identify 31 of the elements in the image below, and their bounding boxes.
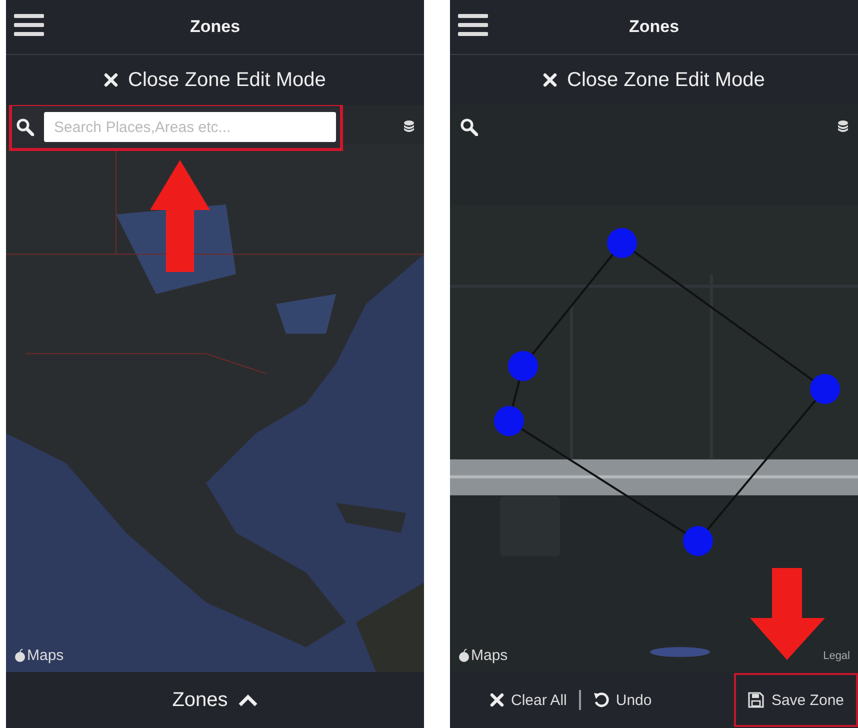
toolbar-button[interactable]: Undo [580, 675, 664, 725]
search-icon[interactable] [460, 118, 478, 136]
close-edit-mode-button[interactable]: Close Zone Edit Mode [98, 64, 332, 96]
zones-drawer-button[interactable]: Zones [166, 688, 264, 712]
close-icon [543, 73, 558, 87]
screen-title: Zones [190, 17, 240, 37]
close-icon [490, 693, 504, 707]
chevron-up-icon [238, 693, 258, 707]
maps-logo-icon [14, 648, 26, 662]
close-icon [104, 73, 118, 87]
search-icon[interactable] [16, 118, 34, 136]
toolbar-button[interactable]: Clear All [478, 675, 579, 725]
menu-icon[interactable] [14, 14, 44, 36]
screen-title: Zones [628, 17, 680, 37]
vertex-handle[interactable] [683, 526, 713, 556]
layers-icon[interactable] [404, 120, 414, 133]
toolbar-button[interactable]: Save Zone [736, 675, 856, 725]
map-attribution: Maps [471, 647, 508, 664]
vertex-handle[interactable] [810, 374, 840, 404]
vertex-handle[interactable] [508, 351, 538, 381]
close-edit-mode-button[interactable]: Close Zone Edit Mode [537, 64, 771, 96]
layers-icon[interactable] [838, 120, 848, 133]
save-icon [748, 692, 764, 708]
maps-logo-icon [458, 648, 470, 662]
undo-icon [592, 692, 609, 708]
vertex-handle[interactable] [494, 406, 524, 436]
menu-icon[interactable] [458, 14, 488, 36]
map-attribution: Maps [27, 647, 64, 664]
legal-link[interactable]: Legal [823, 650, 850, 662]
vertex-handle[interactable] [607, 228, 637, 258]
search-field[interactable]: Search Places,Areas etc... [44, 112, 336, 142]
